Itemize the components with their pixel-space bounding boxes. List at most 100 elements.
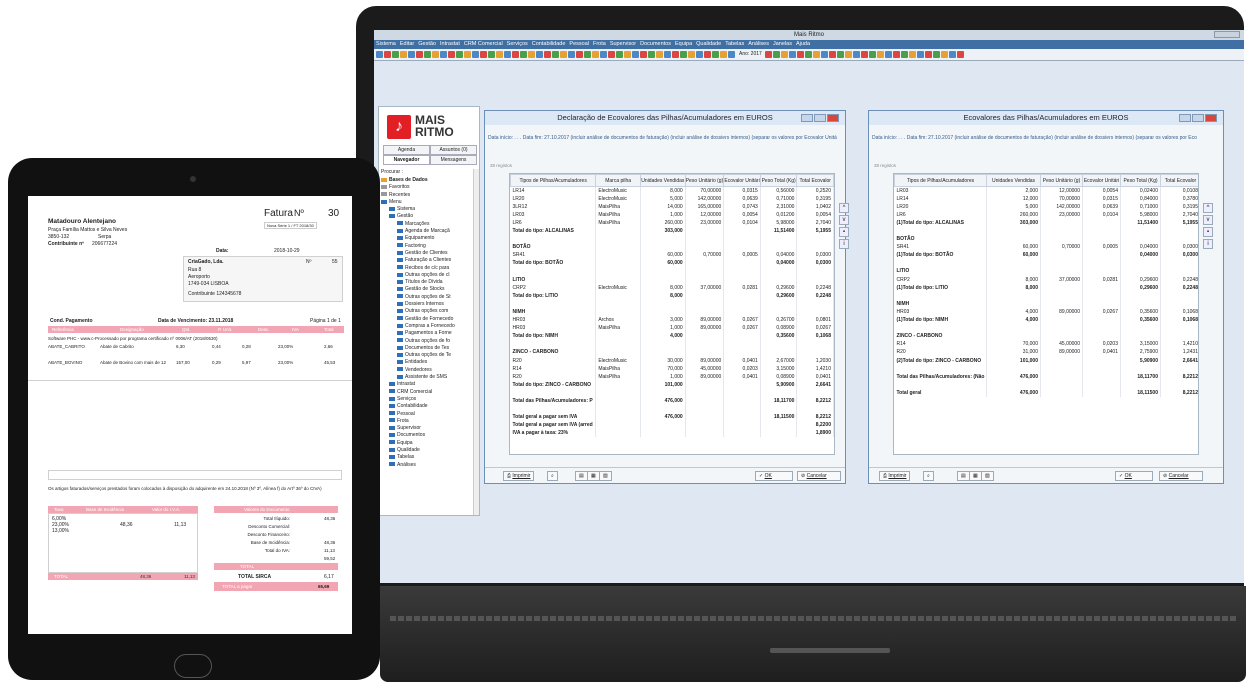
grid-row[interactable] — [510, 405, 834, 414]
tab-navegador[interactable]: Navegador — [383, 155, 430, 165]
tree-item[interactable]: Marcações — [381, 221, 471, 228]
toolbar-icon[interactable] — [900, 51, 908, 58]
toolbar-icon[interactable] — [876, 51, 884, 58]
menu-item-16[interactable]: Ajuda — [796, 41, 810, 47]
toolbar-icon[interactable] — [852, 51, 860, 58]
grid-row[interactable]: LITIO — [894, 267, 1198, 276]
declaracao-window-controls[interactable] — [800, 114, 842, 122]
menu-item-2[interactable]: Gestão — [418, 41, 436, 47]
grid-row[interactable] — [894, 291, 1198, 300]
search-button[interactable]: ⌕ — [547, 471, 558, 481]
tree-item[interactable]: Bases de Dados — [381, 177, 471, 184]
tree-item[interactable]: Assistente de SMS — [381, 374, 471, 381]
grid-row[interactable]: (1)Total do tipo: NIMH 4,000 0,35600 0,1068 — [894, 316, 1198, 325]
tree-item[interactable]: Agenda de Marcaçã — [381, 228, 471, 235]
toolbar-icon[interactable] — [520, 51, 527, 58]
grid-row[interactable]: Total das Pilhas/Acumuladores: P 476,000 1… — [510, 396, 834, 406]
toolbar-icon[interactable] — [764, 51, 772, 58]
tree-item[interactable]: Supervisor — [381, 425, 471, 432]
grid-row[interactable]: LR20 5,000 142,00000 0,0639 0,71000 0,3195 — [894, 202, 1198, 211]
toolbar-icon[interactable] — [552, 51, 559, 58]
chart-button[interactable]: ▧ — [981, 471, 994, 481]
toolbar-icon[interactable] — [796, 51, 804, 58]
tree-item[interactable]: Gestão — [381, 213, 471, 220]
toolbar-icon[interactable] — [696, 51, 703, 58]
menu-item-0[interactable]: Sistema — [376, 41, 396, 47]
grid-row[interactable]: LR20 ElectroMusic 5,000 142,00000 0,0639 0,71… — [510, 194, 834, 203]
tree-item[interactable]: Sistema — [381, 206, 471, 213]
grid-header[interactable]: Ecovalor Unitári — [723, 174, 761, 187]
tree-item[interactable]: Recibos de c/c para — [381, 265, 471, 272]
grid-button[interactable]: ▦ — [969, 471, 982, 481]
grid-row[interactable] — [510, 388, 834, 397]
menu-item-9[interactable]: Supervisor — [610, 41, 636, 47]
grid-row[interactable]: CRP2 8,000 37,00000 0,0281 0,29600 0,2248 — [894, 275, 1198, 284]
toolbar-icon[interactable] — [416, 51, 423, 58]
grid-row[interactable]: R20 31,000 89,00000 0,0401 2,75900 1,2431 — [894, 348, 1198, 357]
toolbar-icon[interactable] — [408, 51, 415, 58]
toolbar-icon[interactable] — [456, 51, 463, 58]
toolbar-icon[interactable] — [860, 51, 868, 58]
ok-button[interactable]: ✓ OK — [1115, 471, 1153, 481]
grid-row[interactable]: HR03 MaisPilha 1,000 89,00000 0,0267 0,08900 0… — [510, 324, 834, 333]
grid-row[interactable]: (1)Total do tipo: ALCALINAS 303,000 11,514… — [894, 218, 1198, 227]
toolbar-icon[interactable] — [544, 51, 551, 58]
tree-item[interactable]: Gestão de Clientes — [381, 250, 471, 257]
grid-row[interactable]: R20 ElectroMusic 30,000 89,00000 0,0401 2,670… — [510, 356, 834, 365]
grid-header[interactable]: Marca pilha — [595, 174, 641, 187]
tablet-home-button[interactable] — [174, 654, 212, 678]
chevron-up-icon[interactable]: ^ — [1203, 203, 1213, 213]
grid-header[interactable]: Unidades Vendidas — [986, 174, 1041, 187]
toolbar-icon[interactable] — [788, 51, 796, 58]
toolbar-icon[interactable] — [400, 51, 407, 58]
grid-row[interactable]: ZINCO - CARBONO — [510, 348, 834, 357]
toolbar-icon[interactable] — [884, 51, 892, 58]
export-button[interactable]: ▤ — [575, 471, 588, 481]
grid-row[interactable]: CRP2 ElectroMusic 8,000 37,00000 0,0281 0,296… — [510, 283, 834, 292]
search-button[interactable]: ⌕ — [923, 471, 934, 481]
grid-row[interactable]: ZINCO - CARBONO — [894, 332, 1198, 341]
toolbar-icon[interactable] — [632, 51, 639, 58]
toolbar-icon[interactable] — [772, 51, 780, 58]
tree-item[interactable]: Gestão de Stocks — [381, 286, 471, 293]
menu-item-11[interactable]: Equipa — [675, 41, 692, 47]
toolbar-icon[interactable] — [956, 51, 964, 58]
tab-agenda[interactable]: Agenda — [383, 145, 430, 155]
toolbar-icon[interactable] — [464, 51, 471, 58]
toolbar-icon[interactable] — [472, 51, 479, 58]
menu-item-7[interactable]: Pessoal — [569, 41, 589, 47]
toolbar-year[interactable]: Ano: 2017 — [739, 51, 762, 57]
toolbar-icon[interactable] — [640, 51, 647, 58]
grid-row[interactable]: (2)Total do tipo: ZINCO - CARBONO 101,000… — [894, 356, 1198, 365]
tree-item[interactable]: Pessoal — [381, 411, 471, 418]
grid-header[interactable]: Ecovalor Unitári — [1082, 174, 1121, 187]
cancelar-button[interactable]: ⊘ Cancelar — [1159, 471, 1203, 481]
grid-row[interactable]: R14 MaisPilha 70,000 45,00000 0,0203 3,15000 1… — [510, 364, 834, 373]
imprimir-button[interactable]: ⎙ Imprimir — [879, 471, 911, 481]
toolbar-icon[interactable] — [600, 51, 607, 58]
grid-row[interactable] — [894, 226, 1198, 236]
grid-row[interactable]: BOTÃO — [510, 243, 834, 252]
tree-item[interactable]: CRM Comercial — [381, 389, 471, 396]
chevron-down-icon[interactable]: v — [1203, 215, 1213, 225]
toolbar-icon[interactable] — [536, 51, 543, 58]
toolbar-icon[interactable] — [592, 51, 599, 58]
grid-row[interactable] — [510, 299, 834, 308]
tree-item[interactable]: Qualidade — [381, 447, 471, 454]
menu-item-10[interactable]: Documentos — [640, 41, 671, 47]
grid-header[interactable]: Tipos de Pilhas/Acumuladores — [894, 174, 987, 187]
grid-row[interactable]: LR14 12,000 70,00000 0,0315 0,84000 0,3780 — [894, 194, 1198, 203]
tree-item[interactable]: Compras a Fornecedo — [381, 323, 471, 330]
toolbar-icon[interactable] — [680, 51, 687, 58]
toolbar-icon[interactable] — [568, 51, 575, 58]
grid-row[interactable]: LITIO — [510, 275, 834, 284]
toolbar-icon[interactable] — [948, 51, 956, 58]
toolbar-icon[interactable] — [704, 51, 711, 58]
toolbar-icon[interactable] — [940, 51, 948, 58]
tree-item[interactable]: Menu — [381, 199, 471, 206]
tree-item[interactable]: Factoring — [381, 243, 471, 250]
toolbar-icon[interactable] — [836, 51, 844, 58]
toolbar-icon[interactable] — [728, 51, 735, 58]
menu-item-4[interactable]: CRM Comercial — [464, 41, 503, 47]
grid-row[interactable]: Total geral 476,000 18,11500 8,2212 — [894, 388, 1198, 397]
